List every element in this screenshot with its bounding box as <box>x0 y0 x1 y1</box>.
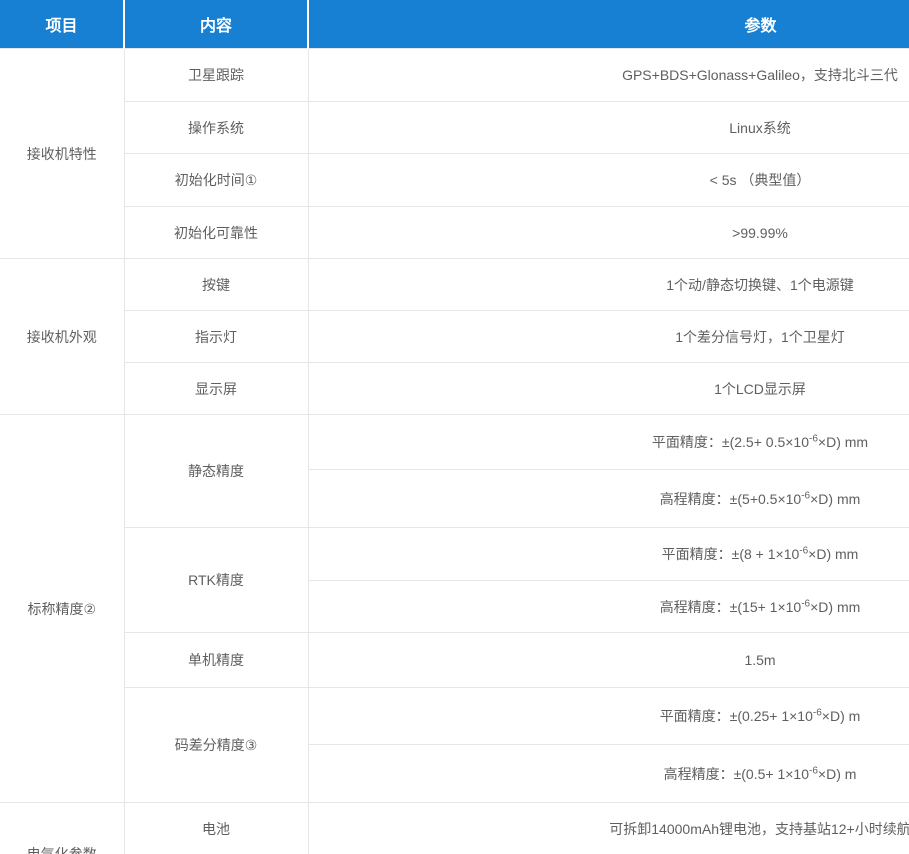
table-row: 码差分精度③ 平面精度：±(0.25+ 1×10-6×D) m <box>0 688 909 745</box>
column-header-content: 内容 <box>124 0 308 49</box>
spec-table: 项目 内容 参数 接收机特性 卫星跟踪 GPS+BDS+Glonass+Gali… <box>0 0 909 854</box>
param-text: ×D) m <box>818 766 857 782</box>
table-body: 接收机特性 卫星跟踪 GPS+BDS+Glonass+Galileo，支持北斗三… <box>0 49 909 854</box>
content-cell: 单机精度 <box>124 633 308 688</box>
param-text: 平面精度：±(8 + 1×10 <box>662 546 800 562</box>
content-cell: RTK精度 <box>124 528 308 633</box>
content-cell: 卫星跟踪 <box>124 49 308 102</box>
column-header-param: 参数 <box>308 0 909 49</box>
param-cell: Linux系统 <box>308 102 909 154</box>
param-cell: 高程精度：±(5+0.5×10-6×D) mm <box>308 470 909 528</box>
param-text: 平面精度：±(2.5+ 0.5×10 <box>652 434 809 450</box>
table-row: 操作系统 Linux系统 <box>0 102 909 154</box>
superscript-exponent: -6 <box>813 707 822 718</box>
param-cell: 平面精度：±(0.25+ 1×10-6×D) m <box>308 688 909 745</box>
content-cell: 按键 <box>124 259 308 311</box>
param-text: 高程精度：±(15+ 1×10 <box>660 599 802 615</box>
content-cell: 码差分精度③ <box>124 688 308 803</box>
table-row: 单机精度 1.5m <box>0 633 909 688</box>
content-cell: 显示屏 <box>124 363 308 415</box>
param-cell: 平面精度：±(8 + 1×10-6×D) mm <box>308 528 909 581</box>
header-row: 项目 内容 参数 <box>0 0 909 49</box>
table-row: 初始化可靠性 >99.99% <box>0 207 909 259</box>
param-text: ×D) mm <box>810 599 860 615</box>
table-row: 电气化参数 电池 可拆卸14000mAh锂电池，支持基站12+小时续航 <box>0 803 909 854</box>
group-cell: 接收机外观 <box>0 259 124 415</box>
superscript-exponent: -6 <box>799 545 808 556</box>
table-row: 标称精度② 静态精度 平面精度：±(2.5+ 0.5×10-6×D) mm <box>0 415 909 470</box>
group-cell: 标称精度② <box>0 415 124 803</box>
param-text: ×D) mm <box>810 491 860 507</box>
table-row: RTK精度 平面精度：±(8 + 1×10-6×D) mm <box>0 528 909 581</box>
superscript-exponent: -6 <box>801 598 810 609</box>
table-row: 接收机特性 卫星跟踪 GPS+BDS+Glonass+Galileo，支持北斗三… <box>0 49 909 102</box>
content-cell: 指示灯 <box>124 311 308 363</box>
content-cell: 初始化时间① <box>124 154 308 207</box>
superscript-exponent: -6 <box>801 490 810 501</box>
table-header: 项目 内容 参数 <box>0 0 909 49</box>
group-cell: 电气化参数 <box>0 803 124 854</box>
param-cell: GPS+BDS+Glonass+Galileo，支持北斗三代 <box>308 49 909 102</box>
param-cell: 1个动/静态切换键、1个电源键 <box>308 259 909 311</box>
param-cell: >99.99% <box>308 207 909 259</box>
param-text: 平面精度：±(0.25+ 1×10 <box>660 708 813 724</box>
content-cell: 电池 <box>124 803 308 854</box>
table-row: 显示屏 1个LCD显示屏 <box>0 363 909 415</box>
param-text: ×D) m <box>822 708 861 724</box>
param-cell: 高程精度：±(15+ 1×10-6×D) mm <box>308 581 909 633</box>
param-cell: < 5s （典型值） <box>308 154 909 207</box>
content-cell: 静态精度 <box>124 415 308 528</box>
table-row: 接收机外观 按键 1个动/静态切换键、1个电源键 <box>0 259 909 311</box>
param-text: 高程精度：±(5+0.5×10 <box>660 491 802 507</box>
content-cell: 操作系统 <box>124 102 308 154</box>
table-row: 初始化时间① < 5s （典型值） <box>0 154 909 207</box>
param-cell: 1个LCD显示屏 <box>308 363 909 415</box>
table-row: 指示灯 1个差分信号灯，1个卫星灯 <box>0 311 909 363</box>
spec-sheet-viewport: 项目 内容 参数 接收机特性 卫星跟踪 GPS+BDS+Glonass+Gali… <box>0 0 909 854</box>
param-cell: 可拆卸14000mAh锂电池，支持基站12+小时续航 <box>308 803 909 854</box>
param-cell: 平面精度：±(2.5+ 0.5×10-6×D) mm <box>308 415 909 470</box>
param-text: ×D) mm <box>818 434 868 450</box>
column-header-item: 项目 <box>0 0 124 49</box>
param-cell: 1.5m <box>308 633 909 688</box>
group-cell: 接收机特性 <box>0 49 124 259</box>
superscript-exponent: -6 <box>809 433 818 444</box>
superscript-exponent: -6 <box>809 765 818 776</box>
param-cell: 高程精度：±(0.5+ 1×10-6×D) m <box>308 745 909 803</box>
content-cell: 初始化可靠性 <box>124 207 308 259</box>
param-text: ×D) mm <box>808 546 858 562</box>
param-text: 高程精度：±(0.5+ 1×10 <box>664 766 809 782</box>
param-cell: 1个差分信号灯，1个卫星灯 <box>308 311 909 363</box>
